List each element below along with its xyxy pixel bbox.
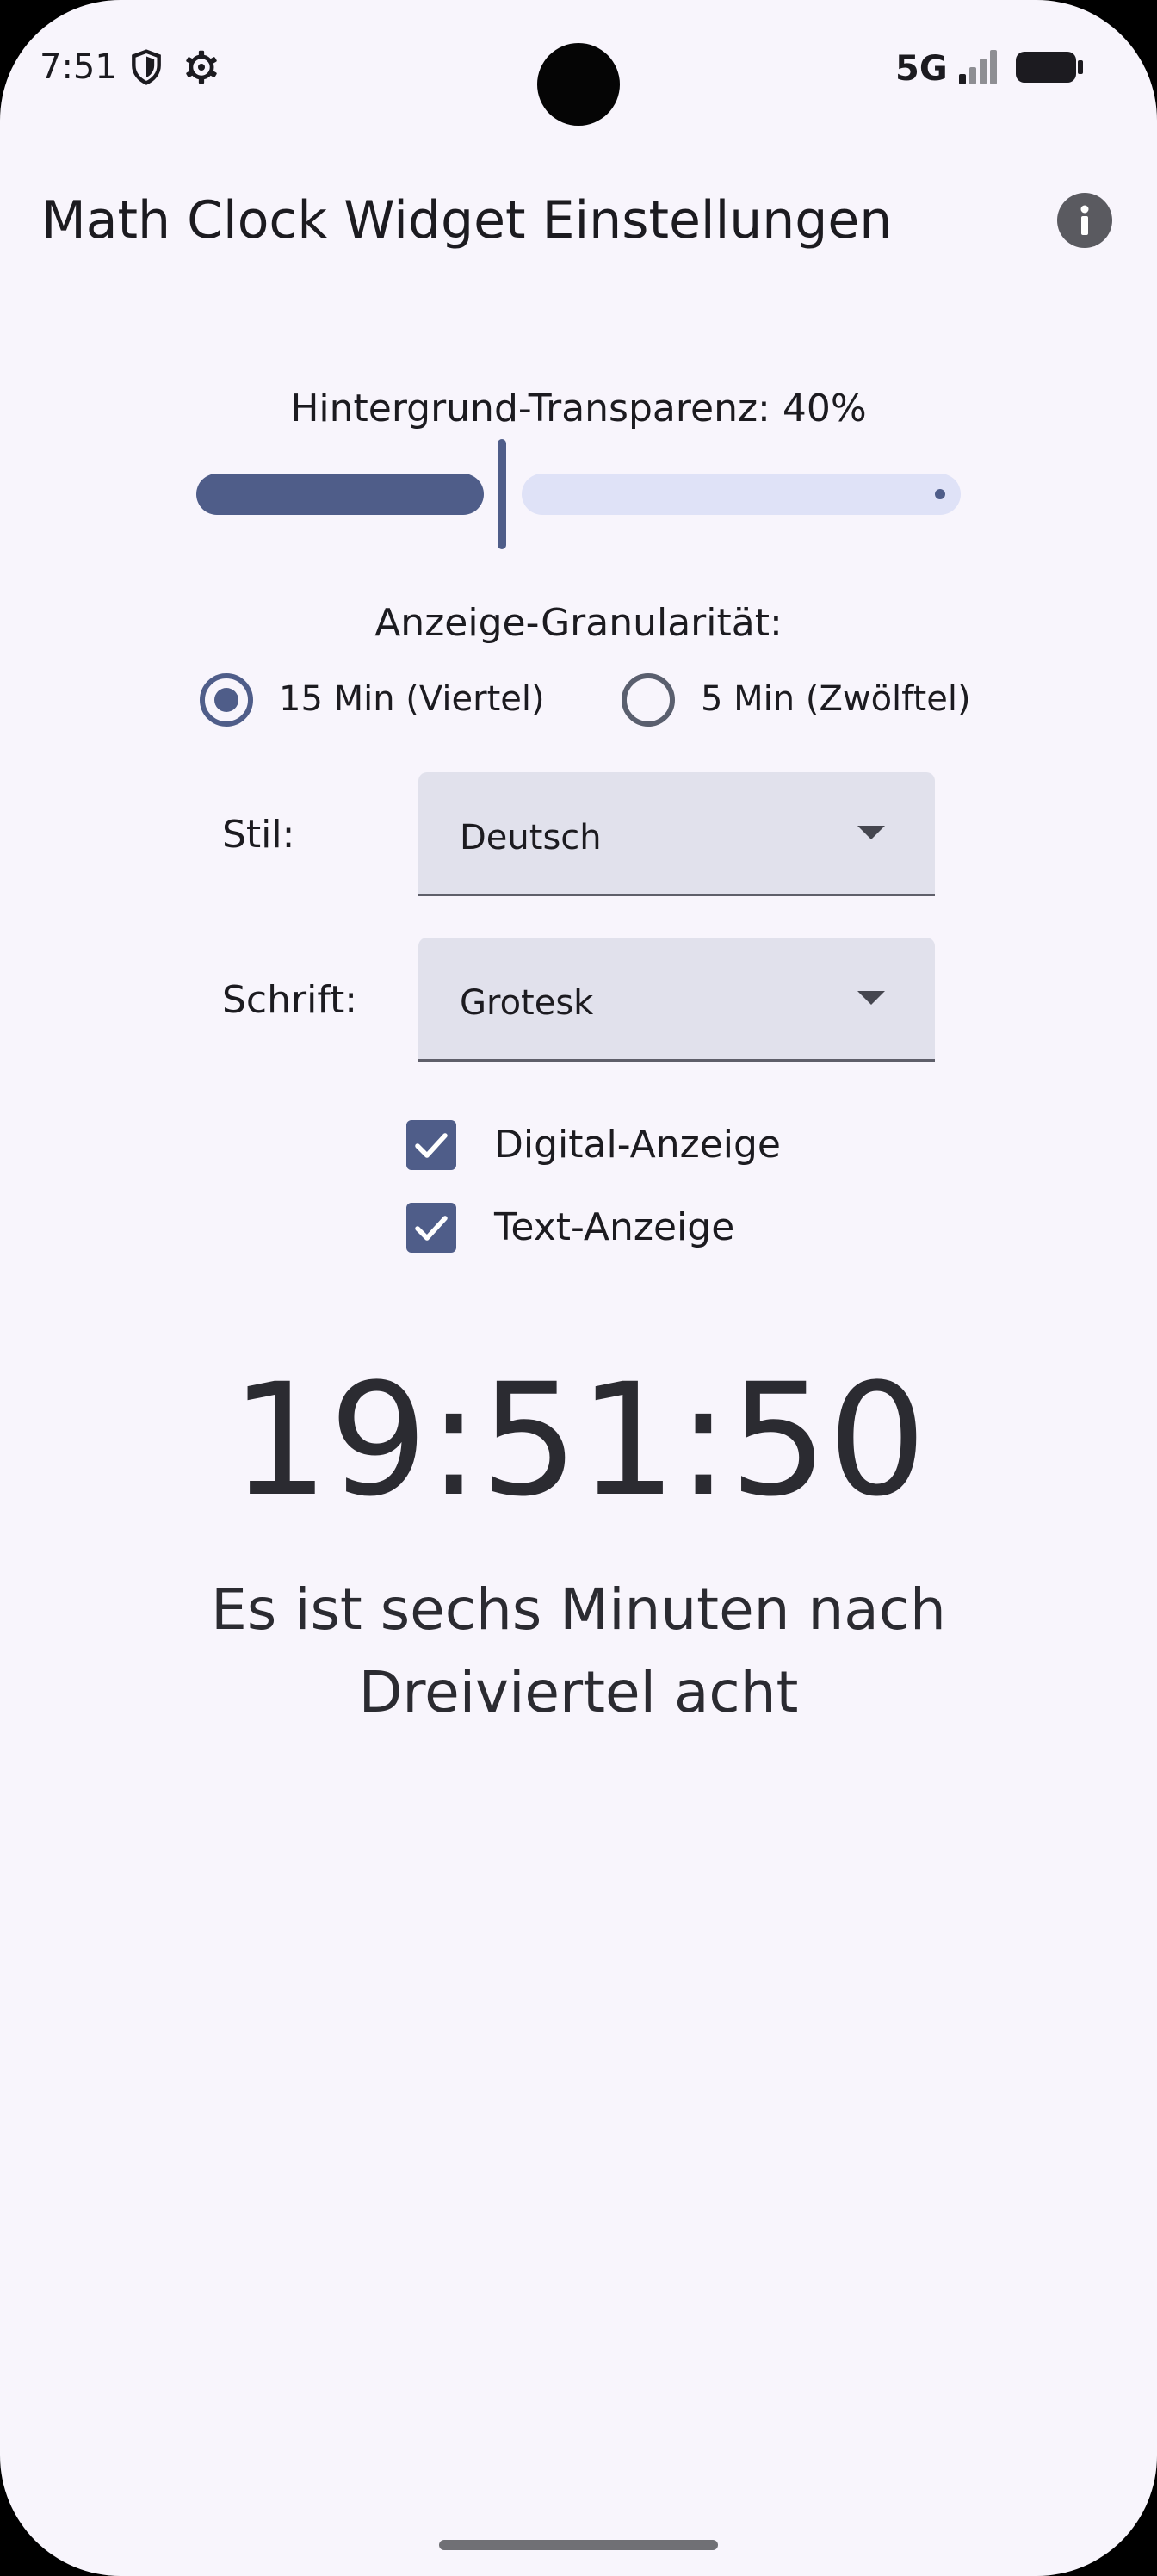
font-value: Grotesk (460, 983, 594, 1023)
transparency-label: Hintergrund-Transparenz: 40% (290, 387, 867, 430)
dropdown-arrow-icon (857, 991, 885, 1005)
slider-stop-indicator (935, 489, 945, 499)
text-display-label[interactable]: Text-Anzeige (494, 1204, 734, 1252)
radio-15-min-label[interactable]: 15 Min (Viertel) (279, 675, 545, 723)
front-camera (537, 43, 620, 126)
page-title: Math Clock Widget Einstellungen (41, 190, 893, 251)
transparency-slider[interactable] (195, 436, 961, 553)
slider-inactive-track (522, 474, 961, 515)
info-button[interactable] (1057, 193, 1112, 248)
status-time: 7:51 (40, 47, 117, 87)
clock-text: Es ist sechs Minuten nach Dreiviertel ac… (0, 1569, 1157, 1734)
checkmark-icon (415, 1133, 448, 1158)
battery-icon (1016, 52, 1083, 83)
font-dropdown[interactable]: Grotesk (418, 938, 935, 1062)
digital-clock: 19:51:50 (230, 1351, 927, 1531)
radio-5-min[interactable] (622, 673, 675, 727)
style-label: Stil: (222, 813, 295, 857)
digital-display-label[interactable]: Digital-Anzeige (494, 1121, 781, 1169)
granularity-label: Anzeige-Granularität: (374, 601, 783, 645)
dropdown-arrow-icon (857, 826, 885, 839)
info-icon (1080, 205, 1089, 235)
slider-active-track (196, 474, 484, 515)
slider-thumb[interactable] (498, 439, 506, 549)
digital-display-checkbox[interactable] (406, 1120, 456, 1170)
checkmark-icon (415, 1216, 448, 1241)
signal-icon (959, 50, 997, 84)
network-label: 5G (895, 49, 948, 89)
screen: 7:51 5G Math Clock Widget Einstellungen (0, 0, 1157, 2576)
gear-icon (186, 50, 217, 84)
radio-5-min-label[interactable]: 5 Min (Zwölftel) (701, 675, 971, 723)
style-value: Deutsch (460, 818, 602, 858)
home-indicator[interactable] (439, 2540, 718, 2550)
text-display-checkbox[interactable] (406, 1203, 456, 1253)
shield-icon (132, 49, 161, 85)
style-dropdown[interactable]: Deutsch (418, 772, 935, 896)
clock-text-line-1: Es ist sechs Minuten nach (211, 1576, 946, 1643)
clock-text-line-2: Dreiviertel acht (358, 1659, 799, 1725)
font-label: Schrift: (222, 978, 358, 1022)
radio-15-min[interactable] (200, 673, 253, 727)
